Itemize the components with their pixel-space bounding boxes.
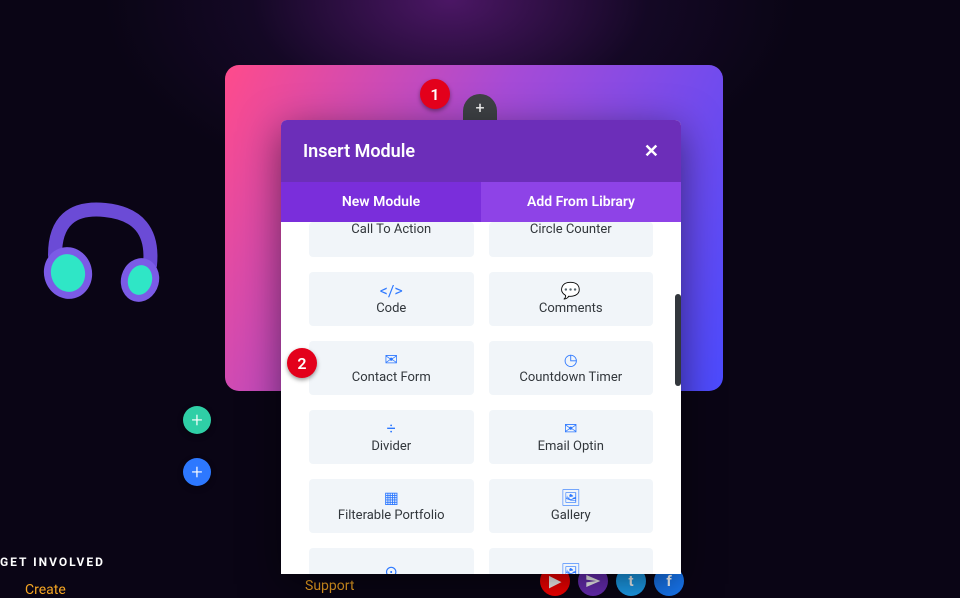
comments-icon: 💬	[561, 283, 581, 299]
annotation-badge-2: 2	[287, 348, 317, 378]
module-circle-counter[interactable]: Circle Counter	[489, 222, 654, 257]
insert-module-modal: Insert Module ✕ New Module Add From Libr…	[281, 120, 681, 574]
module-label: Email Optin	[538, 439, 604, 454]
timer-icon: ◷	[564, 352, 578, 368]
module-divider[interactable]: ÷ Divider	[309, 410, 474, 464]
module-call-to-action[interactable]: Call To Action	[309, 222, 474, 257]
add-module-handle[interactable]: +	[463, 94, 497, 120]
module-email-optin[interactable]: ✉ Email Optin	[489, 410, 654, 464]
headphones-illustration	[25, 185, 175, 335]
code-icon: </>	[380, 283, 403, 299]
module-label: Circle Counter	[530, 222, 612, 237]
mail-icon: ✉	[564, 421, 577, 437]
scrollbar-thumb[interactable]	[675, 294, 681, 386]
module-countdown-timer[interactable]: ◷ Countdown Timer	[489, 341, 654, 395]
module-gallery[interactable]: 🖼 Gallery	[489, 479, 654, 533]
add-row-button[interactable]: +	[183, 406, 211, 434]
module-label: Gallery	[551, 508, 591, 523]
module-label: Contact Form	[352, 370, 431, 385]
module-label: Comments	[539, 301, 603, 316]
module-label: Code	[376, 301, 406, 316]
modal-title: Insert Module	[303, 141, 415, 162]
mail-icon: ✉	[385, 352, 398, 368]
divider-icon: ÷	[387, 421, 396, 437]
module-item[interactable]: ⊙	[309, 548, 474, 574]
module-item[interactable]: 🖼	[489, 548, 654, 574]
modal-tabs: New Module Add From Library	[281, 182, 681, 222]
add-section-button[interactable]: +	[183, 458, 211, 486]
footer-heading: GET INVOLVED	[0, 555, 105, 569]
module-code[interactable]: </> Code	[309, 272, 474, 326]
module-label: Divider	[371, 439, 411, 454]
module-comments[interactable]: 💬 Comments	[489, 272, 654, 326]
grid-icon: ▦	[384, 490, 399, 506]
circle-dot-icon: ⊙	[385, 564, 398, 574]
close-icon[interactable]: ✕	[644, 141, 659, 162]
module-label: Filterable Portfolio	[338, 508, 445, 523]
module-contact-form[interactable]: ✉ Contact Form	[309, 341, 474, 395]
modal-header: Insert Module ✕	[281, 120, 681, 182]
module-label: Countdown Timer	[519, 370, 622, 385]
module-label: Call To Action	[351, 222, 431, 237]
footer-link-create[interactable]: Create	[25, 582, 66, 598]
tab-new-module[interactable]: New Module	[281, 182, 481, 222]
annotation-badge-1: 1	[420, 79, 450, 109]
tab-add-from-library[interactable]: Add From Library	[481, 182, 681, 222]
module-filterable-portfolio[interactable]: ▦ Filterable Portfolio	[309, 479, 474, 533]
module-grid: Call To Action Circle Counter </> Code 💬…	[281, 222, 681, 574]
image-icon: 🖼	[561, 564, 581, 574]
image-icon: 🖼	[561, 490, 581, 506]
